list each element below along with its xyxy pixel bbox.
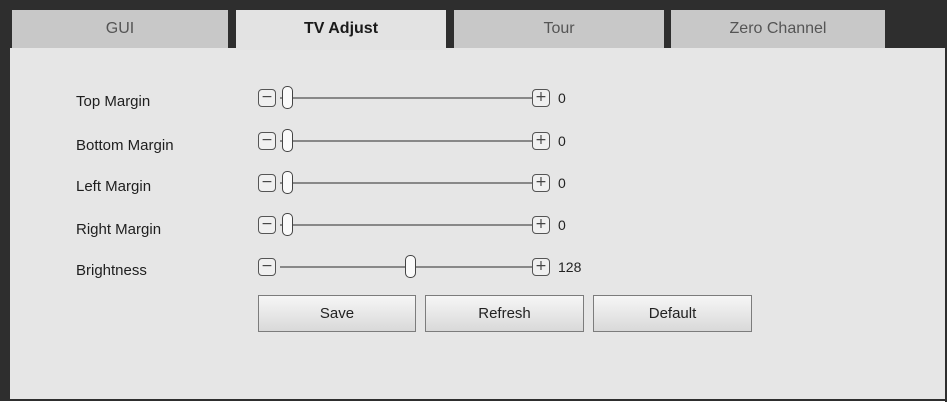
slider-track[interactable] [280, 97, 532, 99]
slider-track[interactable] [280, 140, 532, 142]
left-margin-minus-button[interactable]: − [258, 174, 276, 192]
brightness-minus-button[interactable]: − [258, 258, 276, 276]
right-margin-value: 0 [558, 217, 566, 233]
top-margin-label: Top Margin [76, 93, 151, 110]
left-margin-value: 0 [558, 175, 566, 191]
bottom-border [0, 399, 947, 401]
left-margin-plus-button[interactable]: + [532, 174, 550, 192]
right-margin-slider[interactable]: − + 0 [258, 213, 566, 236]
brightness-slider[interactable]: − + 128 [258, 255, 581, 278]
bottom-margin-label: Bottom Margin [76, 137, 174, 154]
right-margin-label: Right Margin [76, 221, 162, 238]
save-button[interactable]: Save [258, 295, 416, 332]
left-margin-slider[interactable]: − + 0 [258, 171, 566, 194]
right-margin-plus-button[interactable]: + [532, 216, 550, 234]
top-margin-value: 0 [558, 90, 566, 106]
top-border [0, 0, 947, 10]
tab-zero-channel[interactable]: Zero Channel [671, 10, 885, 48]
top-margin-minus-button[interactable]: − [258, 89, 276, 107]
bottom-margin-plus-button[interactable]: + [532, 132, 550, 150]
slider-thumb[interactable] [282, 86, 293, 109]
tab-tv-adjust[interactable]: TV Adjust [236, 10, 446, 50]
brightness-label: Brightness [76, 262, 147, 279]
slider-track[interactable] [280, 224, 532, 226]
refresh-button[interactable]: Refresh [425, 295, 584, 332]
slider-thumb[interactable] [282, 129, 293, 152]
slider-thumb[interactable] [282, 171, 293, 194]
slider-thumb[interactable] [404, 255, 416, 278]
bottom-margin-minus-button[interactable]: − [258, 132, 276, 150]
tab-bar-end [885, 0, 947, 48]
left-border [0, 0, 10, 400]
brightness-value: 128 [558, 259, 582, 275]
bottom-margin-slider[interactable]: − + 0 [258, 129, 566, 152]
bottom-margin-value: 0 [558, 133, 566, 149]
left-margin-label: Left Margin [76, 178, 152, 195]
tab-gui[interactable]: GUI [12, 10, 228, 48]
top-margin-plus-button[interactable]: + [532, 89, 550, 107]
brightness-plus-button[interactable]: + [532, 258, 550, 276]
default-button[interactable]: Default [593, 295, 752, 332]
slider-thumb[interactable] [282, 213, 293, 236]
right-margin-minus-button[interactable]: − [258, 216, 276, 234]
settings-window: GUI TV Adjust Tour Zero Channel Top Marg… [0, 0, 947, 402]
top-margin-slider[interactable]: − + 0 [258, 86, 566, 109]
tab-tour[interactable]: Tour [454, 10, 664, 48]
slider-track[interactable] [280, 182, 532, 184]
